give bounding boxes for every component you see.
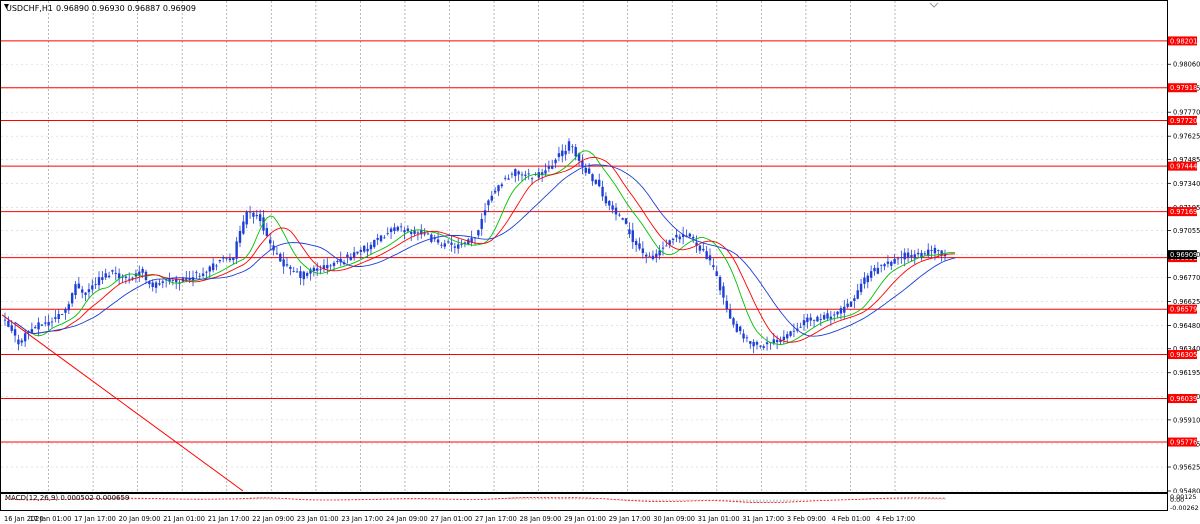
price-tick-label: 0.97625 [1173,133,1200,141]
time-label: 3 Feb 09:00 [787,515,826,523]
time-axis: 16 Jan 202017 Jan 01:00 17 Jan 17:00 20 Ja… [4,515,915,523]
time-label: 4 Feb 17:00 [876,515,915,523]
time-label: 27 Jan 01:00 [431,515,473,523]
svg-text:0.96579: 0.96579 [1170,306,1197,314]
svg-text:0.96909: 0.96909 [1170,251,1197,259]
svg-text:0.97169: 0.97169 [1170,208,1197,216]
time-label: 28 Jan 09:00 [520,515,562,523]
price-level-tag: 0.97918 [1168,83,1197,93]
svg-text:0.96039: 0.96039 [1170,395,1197,403]
price-tick-label: 0.97340 [1173,180,1200,188]
macd-tick-label: -0.00262 [1170,504,1199,512]
price-tick-label: 0.97770 [1173,109,1200,117]
candle [624,218,628,225]
macd-tick-label: 0.00 [1170,496,1184,504]
price-chart[interactable]: 0.980600.979150.977700.976250.974850.973… [0,0,1200,493]
price-tick-label: 0.98060 [1173,61,1200,69]
price-tick-label: 0.96770 [1173,274,1200,282]
macd-label: MACD(12,26,9) 0.000502 0.000659 [5,494,129,502]
price-level-tag: 0.96039 [1168,394,1197,404]
svg-text:0.98201: 0.98201 [1170,37,1197,45]
svg-text:0.95776: 0.95776 [1170,439,1197,447]
time-label: 31 Jan 01:00 [698,515,740,523]
chart-window[interactable]: 0.980600.979150.977700.976250.974850.973… [0,0,1200,524]
time-label: 31 Jan 17:00 [742,515,784,523]
time-label: 29 Jan 01:00 [564,515,606,523]
price-level-tag: 0.98201 [1168,36,1197,46]
time-label: 4 Feb 01:00 [831,515,870,523]
price-tick-label: 0.95625 [1173,464,1200,472]
macd-axis: 0.001250.00-0.00262 [1170,493,1199,512]
candle [849,301,853,308]
svg-text:0.97720: 0.97720 [1170,117,1197,125]
time-label: 24 Jan 09:00 [386,515,428,523]
svg-text:0.97918: 0.97918 [1170,84,1197,92]
svg-text:0.97444: 0.97444 [1170,163,1197,171]
macd-plot-area[interactable] [0,493,1168,511]
current-price-tag: 0.96909 [1168,250,1197,260]
price-tick-label: 0.96480 [1173,322,1200,330]
price-axis: 0.980600.979150.977700.976250.974850.973… [1167,61,1200,493]
symbol-label: USDCHF,H1 [6,4,53,13]
macd-panel[interactable]: 0.001250.00-0.00262 MACD(12,26,9) 0.0005… [0,493,1200,524]
plot-area[interactable] [0,0,1168,493]
price-level-tag: 0.96579 [1168,304,1197,314]
price-level-tag: 0.97720 [1168,115,1197,125]
time-label: 17 Jan 01:00 [30,515,72,523]
time-label: 23 Jan 01:00 [297,515,339,523]
ohlc-values: 0.96890 0.96930 0.96887 0.96909 [56,4,196,13]
candle [279,252,282,262]
price-level-tag: 0.96305 [1168,350,1197,360]
time-label: 29 Jan 17:00 [609,515,651,523]
price-level-tag: 0.97444 [1168,161,1197,171]
price-level-tag: 0.97169 [1168,207,1197,217]
time-label: 30 Jan 09:00 [653,515,695,523]
time-label: 27 Jan 17:00 [475,515,517,523]
price-tick-label: 0.96195 [1173,369,1200,377]
time-label: 22 Jan 09:00 [252,515,294,523]
time-label: 21 Jan 17:00 [208,515,250,523]
price-tick-label: 0.95910 [1173,416,1200,424]
time-label: 21 Jan 01:00 [163,515,205,523]
time-label: 23 Jan 17:00 [341,515,383,523]
price-level-tag: 0.95776 [1168,437,1197,447]
svg-text:0.96305: 0.96305 [1170,351,1197,359]
time-label: 17 Jan 17:00 [74,515,116,523]
price-tick-label: 0.97055 [1173,227,1200,235]
time-label: 20 Jan 09:00 [119,515,161,523]
